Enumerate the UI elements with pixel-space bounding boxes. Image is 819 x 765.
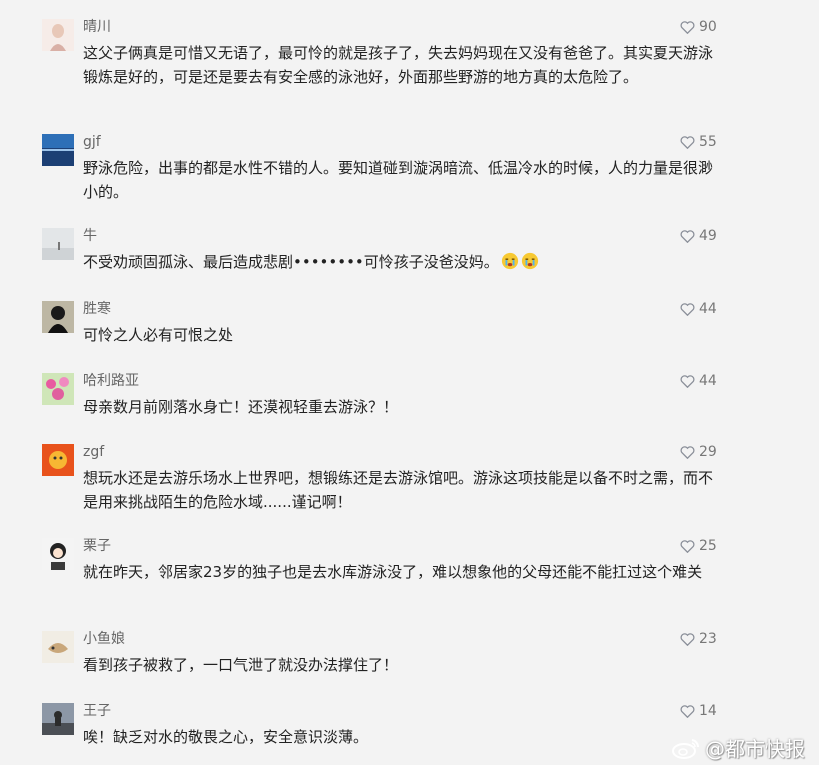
- crying-face-icon: [521, 252, 538, 270]
- comment-username[interactable]: 王子: [83, 702, 111, 720]
- heart-icon: [680, 303, 695, 316]
- avatar[interactable]: [42, 134, 74, 166]
- avatar[interactable]: [42, 373, 74, 405]
- watermark: @都市快报: [671, 733, 805, 762]
- heart-icon: [680, 21, 695, 34]
- comment-username[interactable]: 栗子: [83, 537, 111, 555]
- comment-text-body: 不受劝顽固孤泳、最后造成悲剧••••••••可怜孩子没爸没妈。: [83, 253, 499, 271]
- like-count: 25: [699, 538, 717, 554]
- comment-username[interactable]: gjf: [83, 133, 101, 151]
- comment-username[interactable]: 胜寒: [83, 300, 111, 318]
- avatar[interactable]: [42, 703, 74, 735]
- like-count: 23: [699, 631, 717, 647]
- comment-username[interactable]: 牛: [83, 227, 97, 245]
- weibo-logo-icon: [672, 738, 700, 759]
- like-button[interactable]: 44: [680, 372, 717, 390]
- like-count: 14: [699, 703, 717, 719]
- like-count: 49: [699, 228, 717, 244]
- like-count: 44: [699, 373, 717, 389]
- like-button[interactable]: 29: [680, 443, 717, 461]
- comment-text: 看到孩子被救了，一口气泄了就没办法撑住了！: [83, 656, 399, 674]
- heart-icon: [680, 446, 695, 459]
- comment-username[interactable]: zgf: [83, 443, 104, 461]
- avatar[interactable]: [42, 301, 74, 333]
- watermark-text: @都市快报: [705, 737, 805, 761]
- comment-text: 可怜之人必有可恨之处: [83, 326, 234, 344]
- like-count: 90: [699, 19, 717, 35]
- comment-username[interactable]: 晴川: [83, 18, 111, 36]
- avatar[interactable]: [42, 538, 74, 570]
- comment-text: 母亲数月前刚落水身亡！还漠视轻重去游泳？！: [83, 398, 399, 416]
- avatar[interactable]: [42, 228, 74, 260]
- heart-icon: [680, 633, 695, 646]
- avatar[interactable]: [42, 631, 74, 663]
- comment-username[interactable]: 哈利路亚: [83, 372, 139, 390]
- like-button[interactable]: 49: [680, 227, 717, 245]
- like-button[interactable]: 23: [680, 630, 717, 648]
- like-count: 44: [699, 301, 717, 317]
- heart-icon: [680, 540, 695, 553]
- comment-text: 这父子俩真是可惜又无语了，最可怜的就是孩子了，失去妈妈现在又没有爸爸了。其实夏天…: [83, 44, 714, 86]
- avatar[interactable]: [42, 444, 74, 476]
- heart-icon: [680, 375, 695, 388]
- crying-face-icon: [501, 252, 518, 270]
- avatar[interactable]: [42, 19, 74, 51]
- comment-username[interactable]: 小鱼娘: [83, 630, 125, 648]
- like-count: 55: [699, 134, 717, 150]
- comment-text: 就在昨天，邻居家23岁的独子也是去水库游泳没了，难以想象他的父母还能不能扛过这个…: [83, 563, 703, 581]
- heart-icon: [680, 705, 695, 718]
- like-button[interactable]: 55: [680, 133, 717, 151]
- heart-icon: [680, 136, 695, 149]
- like-count: 29: [699, 444, 717, 460]
- like-button[interactable]: 90: [680, 18, 717, 36]
- comment-text: 野泳危险，出事的都是水性不错的人。要知道碰到漩涡暗流、低温冷水的时候，人的力量是…: [83, 159, 714, 201]
- comment-text: 想玩水还是去游乐场水上世界吧，想锻练还是去游泳馆吧。游泳这项技能是以备不时之需，…: [83, 469, 714, 511]
- comment-text: 唉！缺乏对水的敬畏之心，安全意识淡薄。: [83, 728, 369, 746]
- comment-text: 不受劝顽固孤泳、最后造成悲剧••••••••可怜孩子没爸没妈。: [83, 250, 725, 274]
- like-button[interactable]: 44: [680, 300, 717, 318]
- heart-icon: [680, 230, 695, 243]
- like-button[interactable]: 25: [680, 537, 717, 555]
- like-button[interactable]: 14: [680, 702, 717, 720]
